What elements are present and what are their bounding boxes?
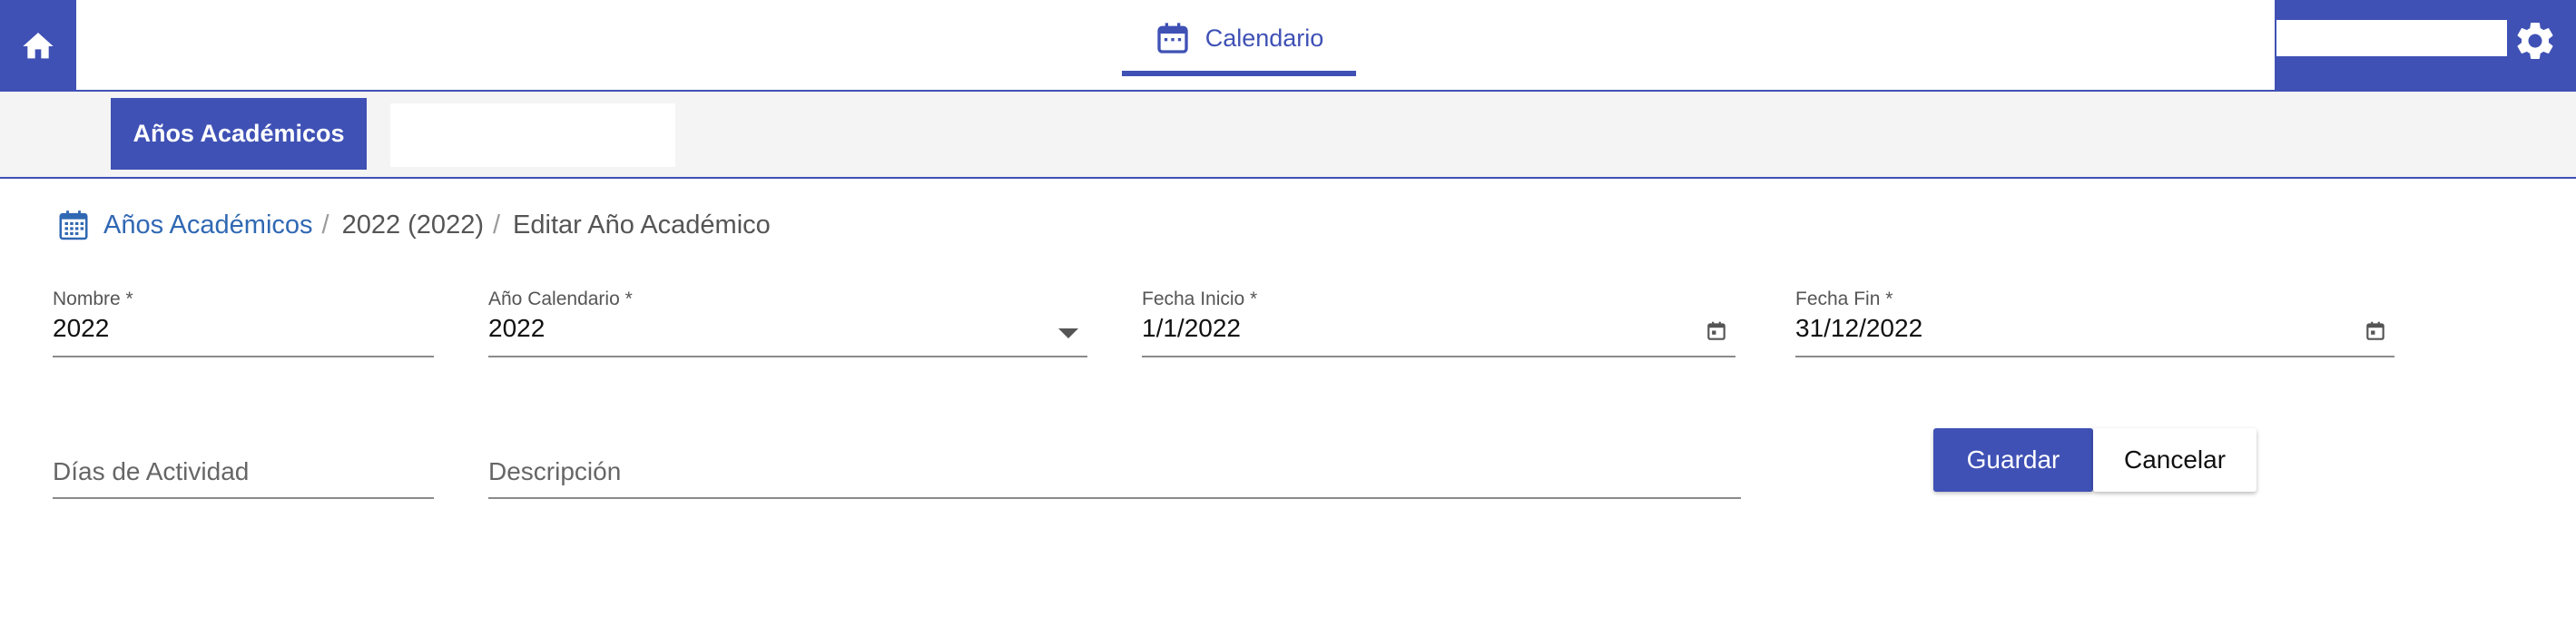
home-icon: [23, 32, 54, 58]
anio-calendario-label: Año Calendario *: [488, 289, 633, 309]
dias-actividad-placeholder: Días de Actividad: [53, 457, 250, 485]
sub-navbar: Años Académicos: [0, 92, 2576, 179]
subnav-empty-slot: [390, 103, 675, 167]
fecha-fin-value[interactable]: 31/12/2022: [1795, 314, 1922, 343]
tab-calendario-label: Calendario: [1204, 24, 1324, 52]
topbar-search-input[interactable]: [2276, 20, 2507, 56]
breadcrumb-item-year[interactable]: 2022 (2022): [342, 210, 484, 240]
cancel-button[interactable]: Cancelar: [2093, 428, 2256, 492]
fecha-inicio-field[interactable]: Fecha Inicio * 1/1/2022: [1142, 289, 1735, 357]
gear-icon: [2517, 22, 2553, 60]
dias-actividad-field[interactable]: Días de Actividad: [53, 445, 434, 499]
settings-button[interactable]: [2512, 18, 2558, 64]
descripcion-underline: [488, 497, 1741, 499]
dias-actividad-underline: [53, 497, 434, 499]
home-button[interactable]: [0, 0, 76, 92]
calendar-icon: [1157, 23, 1188, 54]
top-bar: Calendario: [0, 0, 2576, 92]
fecha-inicio-underline: [1142, 356, 1735, 357]
breadcrumb-separator: /: [492, 210, 501, 240]
save-button[interactable]: Guardar: [1933, 428, 2093, 492]
descripcion-field[interactable]: Descripción: [488, 445, 1741, 499]
anio-calendario-value[interactable]: 2022: [488, 314, 545, 343]
fecha-fin-underline: [1795, 356, 2394, 357]
anio-calendario-underline: [488, 356, 1087, 357]
fecha-inicio-label: Fecha Inicio *: [1142, 289, 1258, 309]
breadcrumb-item-anos-academicos[interactable]: Años Académicos: [103, 210, 313, 240]
topbar-right-panel: [2275, 0, 2576, 92]
calendar-icon: [59, 210, 88, 240]
chevron-down-icon[interactable]: [1058, 328, 1078, 338]
descripcion-placeholder: Descripción: [488, 457, 622, 485]
active-tab-indicator: [1122, 71, 1356, 76]
calendar-picker-icon[interactable]: [1705, 319, 1728, 343]
tab-calendario[interactable]: Calendario: [1122, 0, 1356, 76]
fecha-fin-field[interactable]: Fecha Fin * 31/12/2022: [1795, 289, 2394, 357]
calendar-picker-icon[interactable]: [2364, 319, 2387, 343]
nav-anos-academicos-button[interactable]: Años Académicos: [111, 98, 367, 170]
breadcrumb-separator: /: [321, 210, 329, 240]
breadcrumb-item-current: Editar Año Académico: [513, 210, 771, 240]
nombre-underline: [53, 356, 434, 357]
breadcrumb: Años Académicos / 2022 (2022) / Editar A…: [56, 207, 771, 243]
fecha-fin-label: Fecha Fin *: [1795, 289, 1893, 309]
anio-calendario-select[interactable]: Año Calendario * 2022: [488, 289, 1087, 357]
nombre-field[interactable]: Nombre * 2022: [53, 289, 434, 357]
fecha-inicio-value[interactable]: 1/1/2022: [1142, 314, 1241, 343]
nombre-value[interactable]: 2022: [53, 314, 109, 343]
nombre-label: Nombre *: [53, 289, 133, 309]
